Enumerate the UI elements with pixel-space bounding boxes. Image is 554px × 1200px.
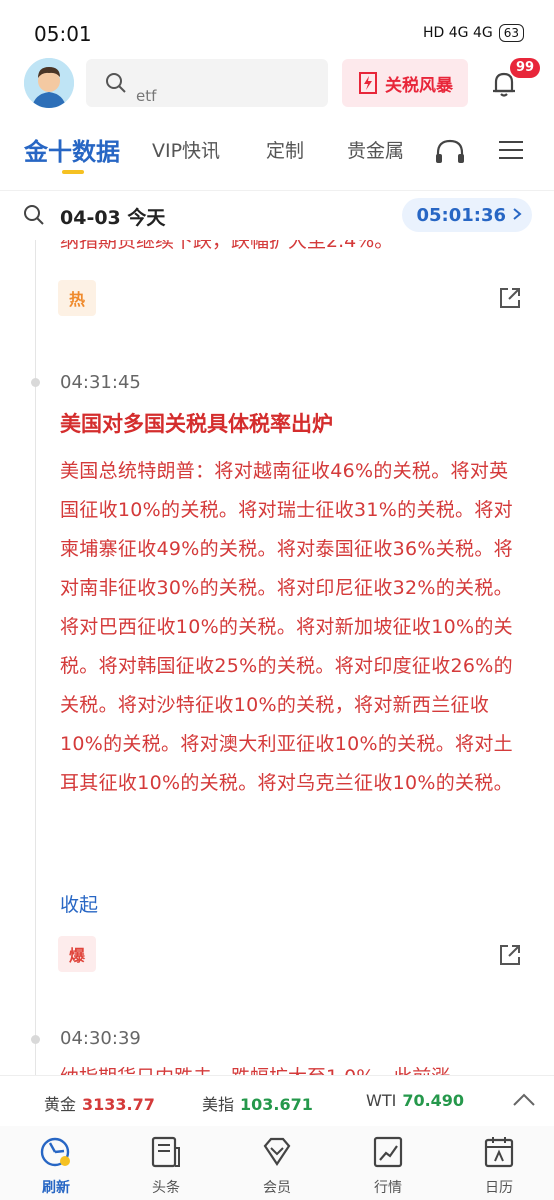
date-bar: 04-03 今天 05:01:36	[0, 190, 554, 241]
timeline-dot	[31, 1035, 40, 1044]
tab-custom[interactable]: 定制	[266, 136, 304, 163]
news-time: 04:30:39	[60, 1028, 141, 1049]
notification-badge: 99	[510, 58, 541, 78]
avatar[interactable]	[24, 58, 74, 108]
headset-icon[interactable]	[434, 136, 466, 170]
tariff-storm-label: 关税风暴	[385, 75, 453, 96]
news-feed[interactable]: 纳指期货继续下跌，跌幅扩大至2.4%。 热 04:31:45 美国对多国关税具体…	[0, 240, 554, 1075]
top-bar: etf 关税风暴 99	[0, 56, 554, 112]
lightning-flag-icon	[359, 72, 377, 94]
network-label: HD 4G 4G	[422, 25, 493, 41]
previous-news-tail[interactable]: 纳指期货继续下跌，跌幅扩大至2.4%。	[60, 240, 393, 256]
ticker-usd-index[interactable]: 美指 103.671	[202, 1091, 313, 1115]
tab-precious-metals[interactable]: 贵金属	[347, 136, 404, 163]
search-icon[interactable]	[22, 203, 46, 231]
chevron-up-icon[interactable]	[512, 1090, 536, 1114]
chart-icon	[373, 1136, 403, 1168]
ticker-value: 70.490	[402, 1091, 465, 1110]
bottom-navigation: 刷新 头条 会员 行情 日历	[0, 1126, 554, 1200]
collapse-link[interactable]: 收起	[60, 890, 98, 917]
search-placeholder: etf	[136, 87, 157, 105]
ticker-name: WTI	[366, 1091, 397, 1110]
news-body[interactable]: 美国总统特朗普：将对越南征收46%的关税。将对英国征收10%的关税。将对瑞士征收…	[60, 452, 522, 803]
tab-jin10-data[interactable]: 金十数据	[24, 132, 120, 167]
next-news-preview[interactable]: 纳指期货日内跌去，跌幅扩大至1.0%，此前涨	[60, 1062, 450, 1075]
status-time: 05:01	[34, 22, 92, 46]
active-tab-indicator	[62, 170, 84, 174]
ticker-wti[interactable]: WTI 70.490	[366, 1091, 464, 1110]
search-box[interactable]: etf	[86, 59, 328, 107]
live-clock: 05:01:36	[416, 204, 506, 226]
nav-market[interactable]: 行情	[353, 1134, 423, 1197]
timeline-line	[35, 240, 36, 1075]
nav-label: 会员	[263, 1180, 291, 1196]
timeline-dot	[31, 378, 40, 387]
search-icon	[104, 71, 128, 99]
ticker-value: 103.671	[240, 1095, 313, 1114]
headline-icon	[151, 1136, 180, 1168]
tariff-storm-button[interactable]: 关税风暴	[342, 59, 468, 107]
nav-calendar[interactable]: 日历	[464, 1134, 534, 1197]
status-bar: 05:01 HD 4G 4G 63	[0, 0, 554, 62]
ticker-value: 3133.77	[82, 1095, 155, 1114]
nav-label: 行情	[374, 1180, 402, 1196]
nav-member[interactable]: 会员	[242, 1134, 312, 1197]
diamond-icon	[263, 1137, 291, 1166]
calendar-icon	[484, 1137, 514, 1168]
nav-label: 头条	[152, 1180, 180, 1196]
channel-tabs: 金十数据 VIP快讯 定制 贵金属	[0, 128, 554, 178]
nav-headlines[interactable]: 头条	[131, 1134, 201, 1197]
nav-label: 刷新	[42, 1180, 70, 1196]
current-date[interactable]: 04-03 今天	[60, 203, 165, 230]
breaking-tag: 爆	[58, 936, 96, 972]
share-icon[interactable]	[498, 286, 522, 310]
ticker-name: 美指	[202, 1095, 235, 1114]
menu-icon[interactable]	[497, 138, 525, 166]
market-ticker[interactable]: 黄金 3133.77 美指 103.671 WTI 70.490	[0, 1075, 554, 1127]
tab-vip-news[interactable]: VIP快讯	[152, 136, 220, 163]
system-icons: HD 4G 4G 63	[423, 24, 524, 42]
nav-label: 日历	[485, 1180, 513, 1196]
news-time: 04:31:45	[60, 372, 141, 393]
chevron-right-icon	[512, 205, 522, 226]
ticker-gold[interactable]: 黄金 3133.77	[44, 1091, 155, 1115]
hot-tag: 热	[58, 280, 96, 316]
nav-refresh[interactable]: 刷新	[21, 1134, 91, 1197]
battery-icon: 63	[498, 24, 524, 42]
refresh-icon	[40, 1137, 70, 1167]
live-clock-button[interactable]: 05:01:36	[402, 198, 532, 232]
share-icon[interactable]	[498, 943, 522, 967]
ticker-name: 黄金	[44, 1095, 77, 1114]
news-headline[interactable]: 美国对多国关税具体税率出炉	[60, 408, 333, 438]
